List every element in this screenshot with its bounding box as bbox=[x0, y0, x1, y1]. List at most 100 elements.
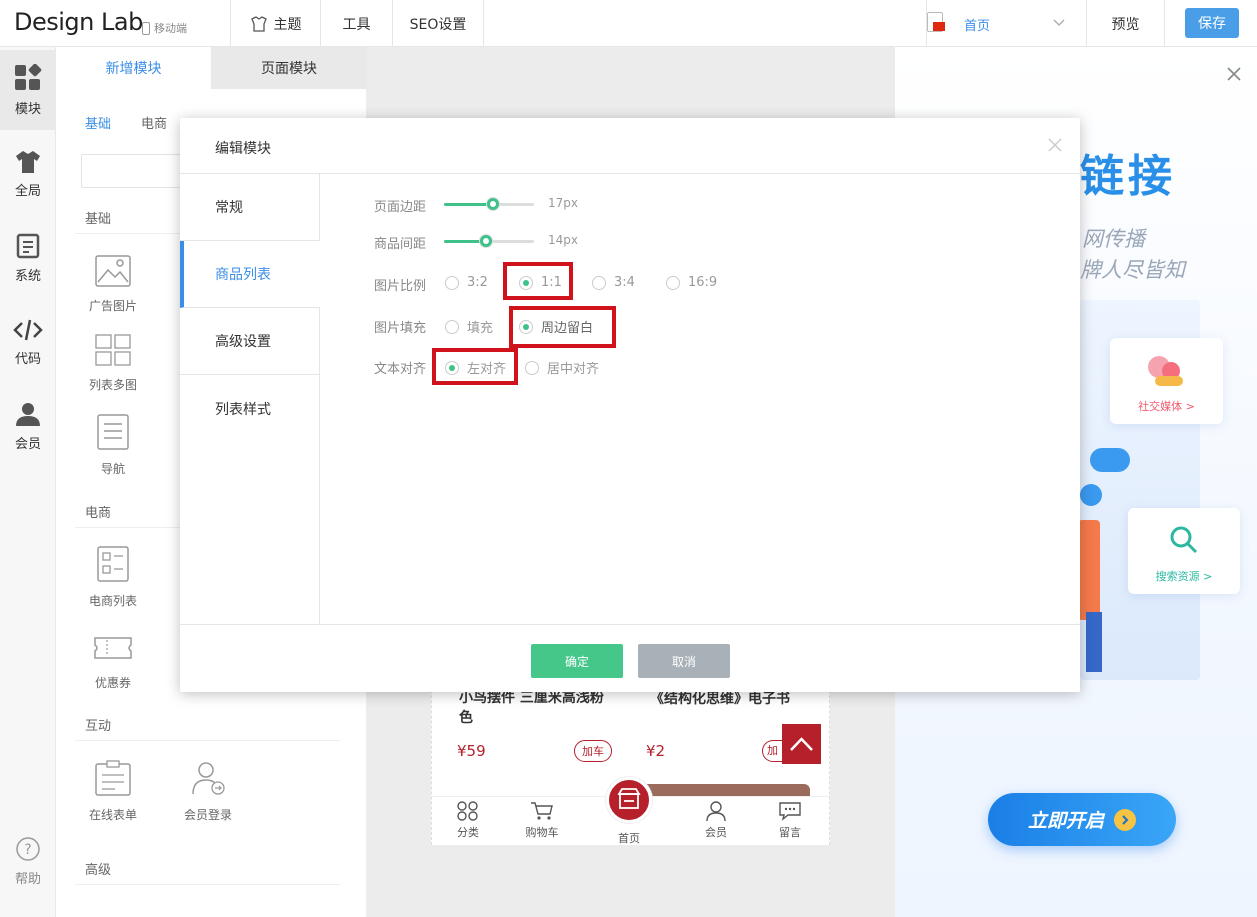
ratio-option[interactable]: 3:4 bbox=[592, 275, 635, 290]
filter-tab-basic[interactable]: 基础 bbox=[85, 113, 111, 132]
module-nav[interactable]: 导航 bbox=[73, 414, 153, 477]
option-label: 3:4 bbox=[614, 275, 635, 290]
module-online-form[interactable]: 在线表单 bbox=[73, 760, 153, 823]
fill-option[interactable]: 填充 bbox=[445, 317, 493, 336]
module-label: 在线表单 bbox=[88, 808, 137, 822]
menu-tools[interactable]: 工具 bbox=[320, 0, 392, 47]
code-icon bbox=[13, 319, 43, 340]
section-ecommerce: 电商 bbox=[85, 506, 112, 521]
module-ecom-list[interactable]: 电商列表 bbox=[73, 546, 153, 609]
option-label: 居中对齐 bbox=[547, 362, 600, 377]
tab-list-style[interactable]: 列表样式 bbox=[180, 375, 320, 442]
nav-label: 会员 bbox=[705, 826, 727, 839]
module-label: 优惠券 bbox=[94, 676, 131, 690]
chat-icon bbox=[779, 802, 801, 821]
search-icon bbox=[1170, 526, 1198, 554]
nav-home-button[interactable] bbox=[606, 777, 652, 823]
module-list-multi-image[interactable]: 列表多图 bbox=[73, 334, 153, 393]
add-cart-button[interactable]: 加车 bbox=[574, 740, 612, 762]
phone-icon bbox=[142, 21, 150, 35]
bottom-nav: 分类 购物车 首页 会员 留言 bbox=[432, 777, 829, 845]
rail-label: 全局 bbox=[14, 183, 41, 199]
mobile-label: 移动端 bbox=[154, 22, 187, 35]
page-select-label: 首页 bbox=[964, 19, 991, 34]
chevron-down-icon bbox=[1053, 19, 1065, 26]
slider-handle[interactable] bbox=[487, 198, 499, 210]
promo-card-social[interactable]: 社交媒体 > bbox=[1110, 338, 1223, 424]
align-option[interactable]: 左对齐 bbox=[445, 358, 506, 377]
cta-button[interactable]: 立即开启 bbox=[988, 793, 1176, 846]
ratio-option[interactable]: 16:9 bbox=[666, 275, 717, 290]
menu-theme[interactable]: 主题 bbox=[230, 0, 320, 47]
radio[interactable] bbox=[525, 360, 539, 375]
align-option[interactable]: 居中对齐 bbox=[525, 358, 599, 377]
filter-tab-ecommerce[interactable]: 电商 bbox=[141, 113, 167, 132]
radio-selected[interactable] bbox=[445, 360, 459, 375]
social-media-icon bbox=[1155, 376, 1183, 386]
product-price: ¥2 bbox=[646, 742, 666, 760]
module-label: 列表多图 bbox=[88, 378, 137, 392]
tab-product-list[interactable]: 商品列表 bbox=[180, 241, 320, 308]
rail-item-modules[interactable]: 模块 bbox=[0, 50, 56, 130]
coupon-icon bbox=[94, 637, 132, 659]
brand-logo: Design Lab bbox=[14, 8, 143, 36]
module-ad-image[interactable]: 广告图片 bbox=[73, 255, 153, 314]
module-member-login[interactable]: 会员登录 bbox=[168, 760, 248, 823]
back-to-top-button[interactable] bbox=[782, 724, 821, 764]
rail-item-member[interactable]: 会员 bbox=[0, 386, 56, 466]
grid-icon bbox=[457, 801, 478, 821]
tab-add-module[interactable]: 新增模块 bbox=[56, 47, 211, 89]
divider bbox=[75, 527, 180, 528]
radio[interactable] bbox=[445, 319, 459, 334]
rail-item-global[interactable]: 全局 bbox=[0, 134, 56, 214]
tab-general[interactable]: 常规 bbox=[180, 174, 320, 241]
tab-advanced[interactable]: 高级设置 bbox=[180, 308, 320, 375]
svg-text:?: ? bbox=[24, 842, 31, 858]
module-label: 导航 bbox=[100, 462, 125, 476]
radio-selected[interactable] bbox=[519, 319, 533, 334]
radio[interactable] bbox=[445, 275, 459, 290]
nav-item-member[interactable]: 会员 bbox=[694, 801, 738, 840]
radio[interactable] bbox=[592, 275, 606, 290]
rail-label: 帮助 bbox=[14, 871, 41, 887]
page-margin-slider[interactable] bbox=[444, 196, 534, 212]
rail-item-code[interactable]: 代码 bbox=[0, 302, 56, 382]
item-gap-slider[interactable] bbox=[444, 233, 534, 249]
menu-seo[interactable]: SEO设置 bbox=[392, 0, 484, 47]
save-button[interactable]: 保存 bbox=[1185, 8, 1239, 38]
tab-page-module[interactable]: 页面模块 bbox=[211, 47, 367, 89]
promo-card-label: 社交媒体 > bbox=[1138, 400, 1195, 413]
cancel-button[interactable]: 取消 bbox=[638, 644, 730, 678]
section-basic: 基础 bbox=[85, 212, 112, 227]
option-label: 16:9 bbox=[688, 275, 718, 290]
promo-card-search[interactable]: 搜索资源 > bbox=[1128, 508, 1240, 594]
preview-button[interactable]: 预览 bbox=[1086, 0, 1165, 47]
fill-option[interactable]: 周边留白 bbox=[519, 317, 593, 336]
promo-decoration bbox=[1090, 448, 1130, 472]
ratio-option[interactable]: 1:1 bbox=[519, 275, 562, 290]
rail-item-system[interactable]: 系统 bbox=[0, 218, 56, 298]
product-price: ¥59 bbox=[457, 742, 486, 760]
nav-item-message[interactable]: 留言 bbox=[768, 801, 812, 840]
promo-decoration bbox=[1080, 484, 1102, 506]
nav-icon bbox=[97, 414, 129, 450]
radio-selected[interactable] bbox=[519, 275, 533, 290]
radio[interactable] bbox=[666, 275, 680, 290]
confirm-button[interactable]: 确定 bbox=[531, 644, 623, 678]
promo-person bbox=[1078, 520, 1100, 620]
nav-item-cart[interactable]: 购物车 bbox=[520, 801, 564, 840]
arrow-right-icon bbox=[1114, 808, 1136, 831]
close-icon[interactable] bbox=[1226, 66, 1242, 82]
nav-item-category[interactable]: 分类 bbox=[446, 801, 490, 840]
phone-preview: 小鸟摆件 三厘米高浅粉色 ¥59 加车 《结构化思维》电子书 ¥2 加 分类 购… bbox=[431, 680, 830, 845]
module-coupon[interactable]: 优惠券 bbox=[73, 632, 153, 691]
rail-item-help[interactable]: ? 帮助 bbox=[0, 824, 56, 898]
mobile-toggle[interactable]: 移动端 bbox=[142, 20, 187, 36]
form-icon bbox=[95, 760, 131, 796]
modules-icon bbox=[15, 63, 42, 90]
page-select[interactable]: 首页 bbox=[926, 0, 1086, 47]
close-icon[interactable] bbox=[1048, 138, 1062, 152]
ratio-option[interactable]: 3:2 bbox=[445, 275, 488, 290]
help-icon: ? bbox=[16, 836, 40, 861]
slider-handle[interactable] bbox=[480, 235, 492, 247]
